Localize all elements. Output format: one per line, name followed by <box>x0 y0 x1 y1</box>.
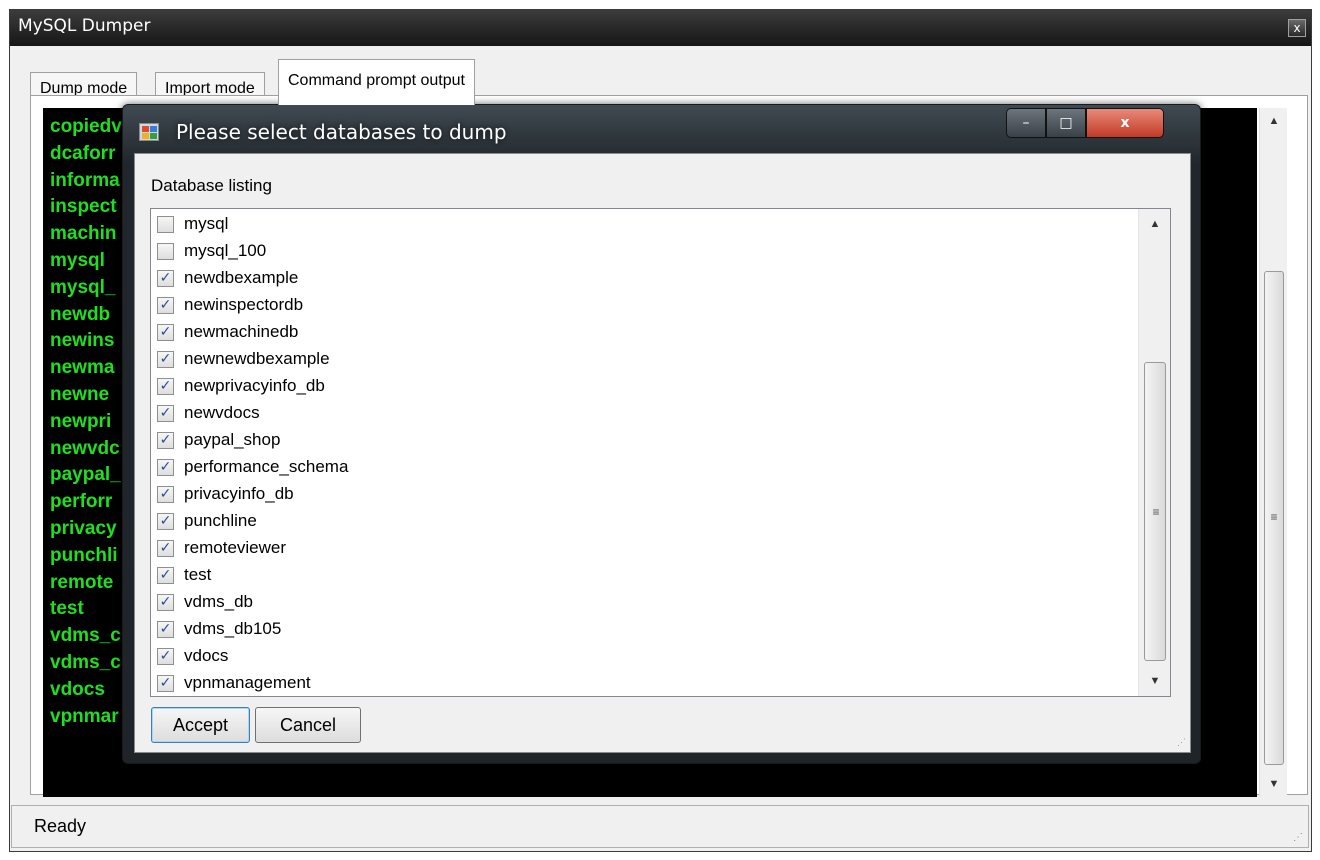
dialog-title: Please select databases to dump <box>176 120 507 144</box>
console-line: vdms_c <box>50 625 121 647</box>
checkbox-unchecked[interactable] <box>157 243 174 260</box>
list-item-label: remoteviewer <box>184 538 287 557</box>
console-line: dcaforr <box>50 142 116 164</box>
console-line: newins <box>50 330 115 352</box>
dialog-body: Database listing mysql mysql_100 ✓ newdbexa… <box>134 153 1191 753</box>
checkbox-checked[interactable]: ✓ <box>157 621 174 638</box>
size-grip-icon[interactable]: ⋰ <box>1293 832 1303 843</box>
checkbox-checked[interactable]: ✓ <box>157 405 174 422</box>
main-titlebar[interactable]: MySQL Dumper x <box>10 10 1311 46</box>
list-item-label: vpnmanagement <box>184 673 311 692</box>
checkbox-checked[interactable]: ✓ <box>157 675 174 692</box>
grip-icon: ≡ <box>1152 505 1160 519</box>
console-line: vpnmar <box>50 705 119 727</box>
app-icon <box>139 123 159 141</box>
minimize-button[interactable]: – <box>1006 108 1046 138</box>
checkbox-checked[interactable]: ✓ <box>157 648 174 665</box>
console-line: newdb <box>50 303 111 325</box>
list-item-label: newdbexample <box>184 268 299 287</box>
list-item-label: newmachinedb <box>184 322 299 341</box>
console-line: vdocs <box>50 678 105 700</box>
database-checklist[interactable]: mysql mysql_100 ✓ newdbexample ✓ newinspector… <box>150 208 1171 697</box>
window-close-button[interactable]: x <box>1288 19 1306 37</box>
console-line: informa <box>50 169 120 191</box>
console-line: perforr <box>50 491 113 513</box>
console-line: test <box>50 598 84 620</box>
list-item-label: punchline <box>184 511 257 530</box>
checkbox-checked[interactable]: ✓ <box>157 297 174 314</box>
list-item-label: privacyinfo_db <box>184 484 294 503</box>
list-item-label: newinspectordb <box>184 295 304 314</box>
checkbox-checked[interactable]: ✓ <box>157 378 174 395</box>
dialog-close-button[interactable]: x <box>1086 108 1164 138</box>
size-grip-icon[interactable]: ⋰ <box>1177 737 1186 748</box>
cancel-button[interactable]: Cancel <box>255 707 361 743</box>
checkbox-checked[interactable]: ✓ <box>157 594 174 611</box>
grip-icon: ≡ <box>1270 510 1278 524</box>
list-item-label: performance_schema <box>184 457 349 476</box>
checkbox-checked[interactable]: ✓ <box>157 486 174 503</box>
list-item-label: mysql <box>184 214 229 233</box>
tab-command-prompt-output[interactable]: Command prompt output <box>278 59 475 105</box>
close-icon: x <box>1120 115 1130 131</box>
maximize-button[interactable]: □ <box>1046 108 1086 138</box>
console-line: paypal_ <box>50 464 121 486</box>
console-line: mysql_ <box>50 276 116 298</box>
checkbox-checked[interactable]: ✓ <box>157 324 174 341</box>
status-bar: Ready ⋰ <box>11 805 1309 848</box>
dialog-titlebar[interactable]: Please select databases to dump – □ x <box>123 105 1200 153</box>
console-line: punchli <box>50 544 118 566</box>
scroll-down-icon[interactable]: ▼ <box>1260 771 1288 797</box>
database-listing-label: Database listing <box>151 176 272 195</box>
list-item-label: newprivacyinfo_db <box>184 376 325 395</box>
checkbox-checked[interactable]: ✓ <box>157 270 174 287</box>
close-icon: x <box>1293 21 1301 35</box>
status-text: Ready <box>34 816 87 836</box>
scrollbar-thumb[interactable]: ≡ <box>1144 362 1166 661</box>
list-item-label: test <box>184 565 212 584</box>
scroll-up-icon[interactable]: ▲ <box>1139 212 1171 236</box>
checkbox-checked[interactable]: ✓ <box>157 540 174 557</box>
list-item-label: paypal_shop <box>184 430 281 449</box>
select-databases-dialog: Please select databases to dump – □ x Da… <box>122 104 1201 764</box>
accept-button[interactable]: Accept <box>151 707 250 743</box>
console-line: newpri <box>50 410 112 432</box>
checkbox-checked[interactable]: ✓ <box>157 567 174 584</box>
scrollbar-thumb[interactable]: ≡ <box>1264 271 1284 765</box>
list-scrollbar[interactable]: ▲ ≡ ▼ <box>1138 209 1170 696</box>
minimize-icon: – <box>1022 115 1030 131</box>
list-item-label: vdocs <box>184 646 229 665</box>
checkbox-checked[interactable]: ✓ <box>157 513 174 530</box>
list-item-label: newvdocs <box>184 403 260 422</box>
console-line: machin <box>50 223 117 245</box>
maximize-icon: □ <box>1059 115 1073 131</box>
list-item-label: vdms_db <box>184 592 253 611</box>
checkbox-unchecked[interactable] <box>157 216 174 233</box>
list-item-label: vdms_db105 <box>184 619 282 638</box>
console-line: mysql <box>50 250 105 271</box>
console-scrollbar[interactable]: ▲ ≡ ▼ <box>1259 108 1287 797</box>
console-line: vdms_c <box>50 652 121 673</box>
list-item-label: mysql_100 <box>184 241 267 260</box>
checkbox-checked[interactable]: ✓ <box>157 459 174 476</box>
console-line: newne <box>50 384 110 405</box>
window-title: MySQL Dumper <box>18 16 151 36</box>
console-line: newma <box>50 357 115 379</box>
console-line: remote <box>50 571 114 593</box>
console-line: copiedv <box>50 116 122 137</box>
console-line: inspect <box>50 196 117 218</box>
console-line: newvdc <box>50 437 120 459</box>
console-line: privacy <box>50 518 117 539</box>
checkbox-checked[interactable]: ✓ <box>157 351 174 368</box>
checkbox-checked[interactable]: ✓ <box>157 432 174 449</box>
scroll-up-icon[interactable]: ▲ <box>1260 108 1288 134</box>
list-item-label: newnewdbexample <box>184 349 330 368</box>
scroll-down-icon[interactable]: ▼ <box>1139 669 1171 693</box>
